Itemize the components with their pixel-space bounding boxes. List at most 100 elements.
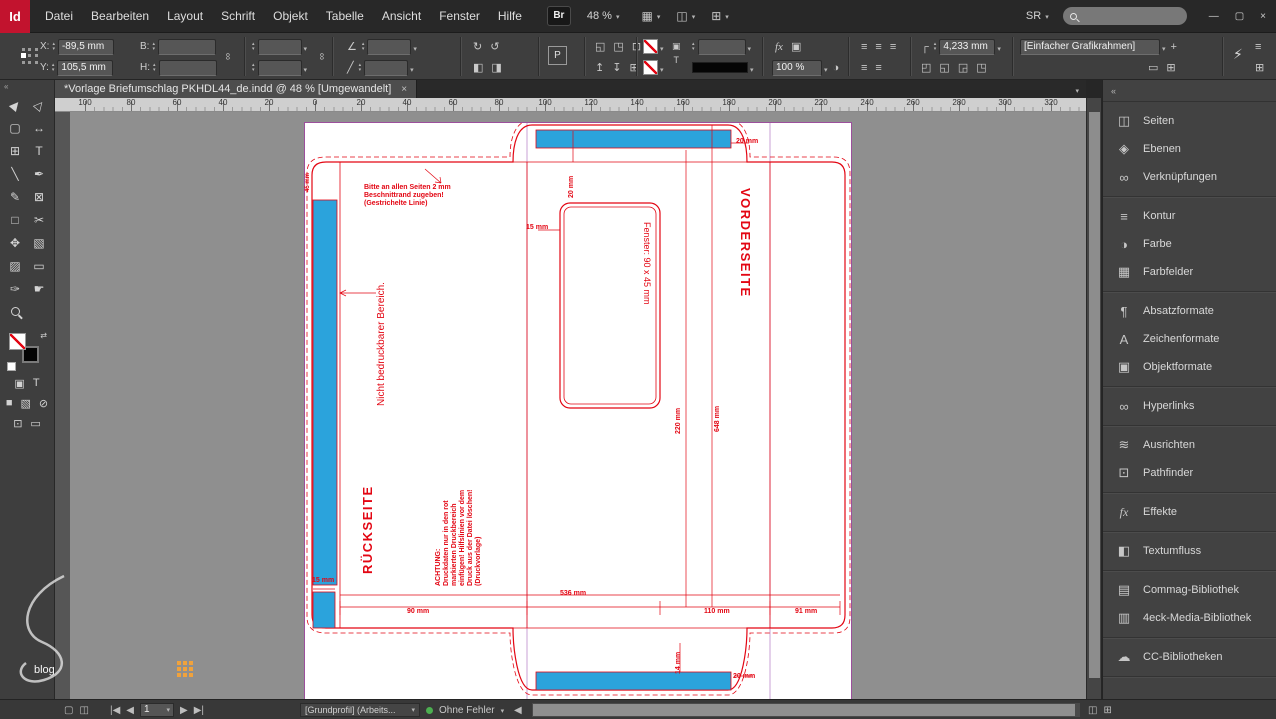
menu-layout[interactable]: Layout <box>158 0 212 33</box>
panel-button-commag-library[interactable]: ▤Commag-Bibliothek <box>1103 576 1276 604</box>
pen-tool[interactable]: ✒ <box>27 162 51 185</box>
panel-button-hyperlinks[interactable]: ∞Hyperlinks <box>1103 392 1276 420</box>
panel-button-object-styles[interactable]: ▣Objektformate <box>1103 353 1276 381</box>
new-object-style-icon[interactable]: + <box>1168 41 1180 53</box>
shear-stepper[interactable] <box>359 63 362 73</box>
flip-horizontal-icon[interactable]: ◧ <box>470 61 486 74</box>
x-position-input[interactable]: -89,5 mm <box>58 39 114 55</box>
apply-none-icon[interactable]: ⊘ <box>39 397 48 410</box>
apply-to-container-icon[interactable]: ▣ <box>672 41 681 52</box>
align-bottom-edge-icon[interactable]: ↧ <box>609 61 624 74</box>
height-stepper[interactable] <box>153 63 156 73</box>
chevron-down-icon[interactable] <box>413 38 417 56</box>
normal-view-icon[interactable]: ⊡ <box>13 417 22 430</box>
fit-content-icon[interactable]: ◱ <box>592 40 608 53</box>
page-number-select[interactable]: 1 <box>140 703 174 717</box>
panel-button-align[interactable]: ≋Ausrichten <box>1103 431 1276 459</box>
distribute-right-icon[interactable]: ◲ <box>955 61 971 74</box>
first-page-button[interactable]: |◀ <box>110 705 120 716</box>
constrain-scale-icon[interactable]: ∞ <box>316 53 327 60</box>
fit-frame-icon[interactable]: ◳ <box>610 40 626 53</box>
chevron-down-icon[interactable] <box>750 59 754 77</box>
drop-shadow-icon[interactable]: ▣ <box>788 40 804 53</box>
menu-fenster[interactable]: Fenster <box>430 0 489 33</box>
previous-page-button[interactable]: ◀ <box>126 705 134 716</box>
fill-stroke-proxy[interactable]: ⇄ <box>7 331 47 371</box>
vertical-scrollbar-thumb[interactable] <box>1089 112 1100 678</box>
direct-selection-tool[interactable]: ▷ <box>27 93 51 116</box>
last-page-button[interactable]: ▶| <box>194 705 204 716</box>
spread-proxy-icon[interactable]: ◫ <box>79 705 88 716</box>
close-tab-button[interactable]: × <box>401 84 407 95</box>
justify-all-icon[interactable]: ≡ <box>872 62 884 74</box>
corner-radius-stepper[interactable] <box>934 42 937 52</box>
panel-button-pages[interactable]: ◫Seiten <box>1103 107 1276 135</box>
scroll-left-button[interactable]: ◀ <box>514 700 522 719</box>
scale-y-stepper[interactable] <box>252 63 255 73</box>
align-right-icon[interactable]: ≡ <box>887 41 899 53</box>
apply-to-text-icon[interactable]: T <box>672 55 681 65</box>
close-button[interactable]: × <box>1260 11 1266 22</box>
selection-tool[interactable]: ▶ <box>3 93 27 116</box>
restore-button[interactable]: ▢ <box>1235 11 1244 22</box>
menu-bearbeiten[interactable]: Bearbeiten <box>82 0 158 33</box>
vertical-scrollbar[interactable] <box>1086 98 1101 699</box>
wrap-none-icon[interactable]: ▭ <box>1145 61 1161 74</box>
apply-gradient-icon[interactable]: ▧ <box>21 397 31 410</box>
tab-list-button[interactable] <box>1068 80 1086 98</box>
wrap-bounding-box-icon[interactable]: ⊞ <box>1163 61 1178 74</box>
chevron-down-icon[interactable] <box>660 59 664 77</box>
constrain-dimensions-icon[interactable]: ∞ <box>222 53 233 60</box>
align-center-icon[interactable]: ≡ <box>872 41 884 53</box>
panel-button-4eck-media-library[interactable]: ▥4eck-Media-Bibliothek <box>1103 604 1276 632</box>
height-input[interactable] <box>159 60 217 76</box>
swap-fill-stroke-icon[interactable]: ⇄ <box>40 331 47 340</box>
distribute-center-icon[interactable]: ◱ <box>936 61 952 74</box>
formatting-affects-text-icon[interactable]: T <box>33 377 40 389</box>
effects-icon[interactable]: fx <box>772 41 786 53</box>
rotation-input[interactable] <box>367 39 411 55</box>
menu-hilfe[interactable]: Hilfe <box>489 0 531 33</box>
panel-button-swatches[interactable]: ▦Farbfelder <box>1103 258 1276 286</box>
panel-button-effects[interactable]: fxEffekte <box>1103 498 1276 526</box>
horizontal-scrollbar[interactable] <box>532 703 1080 717</box>
object-style-select[interactable]: [Einfacher Grafikrahmen] <box>1020 39 1160 55</box>
scale-y-input[interactable] <box>258 60 302 76</box>
gap-tool[interactable]: ↔ <box>27 116 51 139</box>
panel-button-links[interactable]: ∞Verknüpfungen <box>1103 163 1276 191</box>
split-view-icon[interactable]: ◫ <box>1088 705 1097 716</box>
horizontal-scrollbar-thumb[interactable] <box>533 704 1075 716</box>
menu-schrift[interactable]: Schrift <box>212 0 264 33</box>
menu-tabelle[interactable]: Tabelle <box>317 0 373 33</box>
screen-mode-icon-button[interactable]: ◫ <box>676 9 695 23</box>
gradient-swatch-tool[interactable]: ▧ <box>27 231 51 254</box>
scale-x-stepper[interactable] <box>252 42 255 52</box>
align-left-icon[interactable]: ≡ <box>858 41 870 53</box>
expand-panels-icon[interactable]: « <box>1111 86 1116 96</box>
distribute-left-icon[interactable]: ◰ <box>918 61 934 74</box>
horizontal-ruler[interactable]: 1008060402002040608010012014016018020022… <box>55 98 1086 112</box>
type-tool[interactable]: T <box>27 139 51 162</box>
fill-proxy-swatch[interactable] <box>9 333 26 350</box>
width-input[interactable] <box>158 39 216 55</box>
chevron-down-icon[interactable] <box>304 59 308 77</box>
chevron-down-icon[interactable] <box>748 38 752 56</box>
chevron-down-icon[interactable] <box>824 59 828 77</box>
chevron-down-icon[interactable] <box>304 38 308 56</box>
content-collector-tool[interactable]: ⊞ <box>3 139 27 162</box>
rotate-90-ccw-icon[interactable]: ↺ <box>487 40 502 53</box>
scissors-tool[interactable]: ✂ <box>27 208 51 231</box>
rotate-90-cw-icon[interactable]: ↻ <box>470 40 485 53</box>
default-fill-stroke-icon[interactable] <box>7 362 16 371</box>
free-transform-tool[interactable]: ✥ <box>3 231 27 254</box>
fill-color-swatch[interactable] <box>643 39 658 54</box>
preview-view-icon[interactable]: ▭ <box>30 417 40 430</box>
eyedropper-tool[interactable]: ✑ <box>3 277 27 300</box>
scroll-left-icon[interactable]: ◀ <box>514 705 522 716</box>
chevron-down-icon[interactable] <box>501 705 505 716</box>
menu-datei[interactable]: Datei <box>36 0 82 33</box>
preflight-profile-select[interactable]: [Grundprofil] (Arbeits... <box>300 703 420 717</box>
stroke-style-preview[interactable] <box>692 62 748 73</box>
panel-button-pathfinder[interactable]: ⊡Pathfinder <box>1103 459 1276 487</box>
stroke-weight-input[interactable] <box>698 39 746 55</box>
